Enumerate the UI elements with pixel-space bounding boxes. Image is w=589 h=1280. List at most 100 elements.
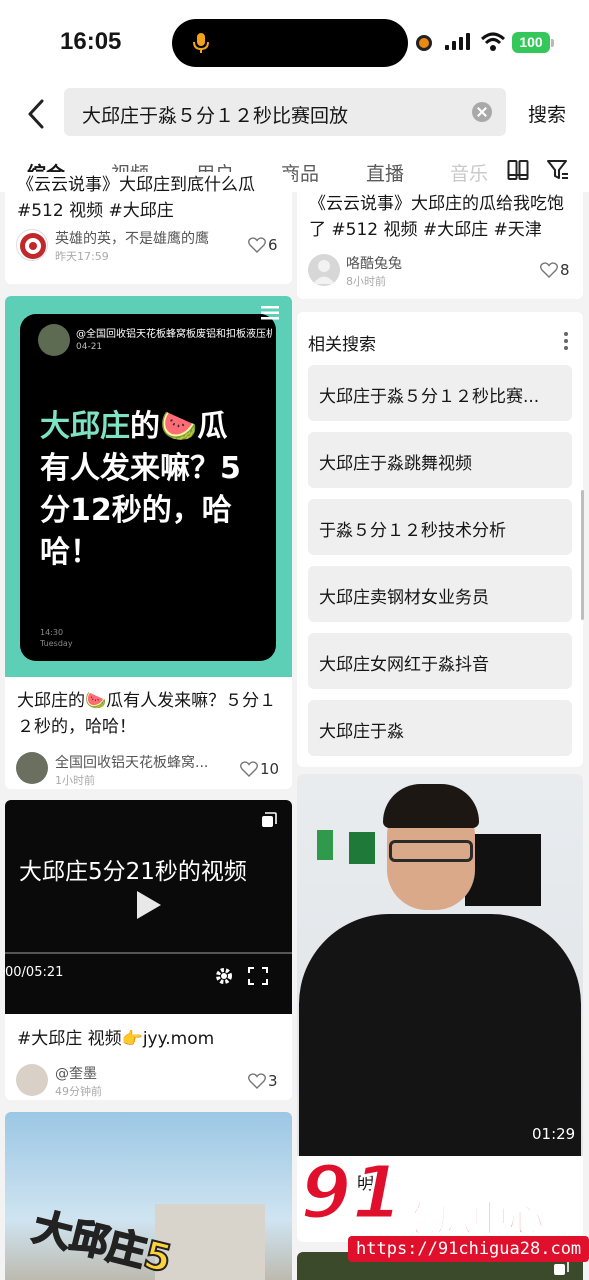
watermark-number: 91 (299, 1149, 405, 1238)
card-title: 《云云说事》大邱庄的瓜给我吃饱了 #512 视频 #大邱庄 #天津 (309, 194, 564, 240)
battery-level: 100 (512, 32, 550, 53)
card-title: 《云云说事》大邱庄到底什么瓜 #512 视频 #大邱庄 (17, 175, 255, 221)
avatar[interactable] (16, 752, 48, 784)
like-count[interactable]: 6 (248, 236, 278, 254)
heart-icon (240, 761, 258, 777)
author-name[interactable]: 全国回收铝天花板蜂窝... (55, 752, 208, 772)
result-card[interactable]: @全国回收铝天花板蜂窝板废铝和扣板液压机 04-21 大邱庄的🍉瓜 有人发来嘛？… (5, 296, 292, 789)
related-search-label: 大邱庄卖钢材女业务员 (319, 588, 489, 608)
menu-lines-icon (261, 306, 279, 320)
related-search-item[interactable]: 大邱庄女网红于淼抖音 (308, 633, 572, 689)
video-timecode: 00/05:21 (5, 965, 64, 980)
like-count[interactable]: 8 (540, 261, 570, 279)
search-input[interactable]: 大邱庄于淼５分１２秒比赛回放 (64, 88, 506, 136)
related-search-item[interactable]: 大邱庄于淼跳舞视频 (308, 432, 572, 488)
search-header: 大邱庄于淼５分１２秒比赛回放 搜索 (0, 86, 589, 142)
related-search-item[interactable]: 大邱庄于淼 (308, 700, 572, 756)
video-duration: 01:29 (532, 1125, 576, 1143)
card-title: 大邱庄的🍉瓜有人发来嘛？５分１２秒的，哈哈！ (17, 691, 277, 737)
post-time: 49分钟前 (55, 1085, 102, 1098)
thumb-headline-line: 分12秒的，哈 (40, 493, 232, 528)
related-searches-heading: 相关搜索 (308, 335, 376, 355)
like-count-value: 3 (268, 1072, 278, 1090)
author-name[interactable]: @奎墨 (55, 1063, 97, 1083)
wall-flag (349, 832, 375, 864)
result-card[interactable]: 《云云说事》大邱庄到底什么瓜 #512 视频 #大邱庄 英雄的英，不是雄鹰的鹰 … (5, 172, 292, 284)
related-search-label: 于淼５分１２秒技术分析 (319, 521, 506, 541)
tab-music[interactable]: 音乐 (450, 159, 488, 186)
related-search-label: 大邱庄于淼５分１２秒比赛... (319, 387, 540, 407)
layout-toggle-icon[interactable] (507, 159, 529, 181)
dynamic-island (172, 19, 408, 67)
result-card[interactable]: 《云云说事》大邱庄的瓜给我吃饱了 #512 视频 #大邱庄 #天津 咯酷兔兔 8… (297, 184, 583, 299)
thumb-headline-line: 哈！ (40, 535, 100, 570)
thumb-date: 04-21 (76, 342, 103, 352)
thumb-headline-rest: 的🍉瓜 (130, 409, 228, 444)
more-options-icon[interactable] (563, 331, 569, 351)
fullscreen-icon[interactable] (248, 967, 268, 985)
thumb-headline: 大邱庄的🍉瓜 有人发来嘛？5 分12秒的，哈 哈！ (40, 406, 272, 574)
like-count-value: 6 (268, 236, 278, 254)
thumb-day: Tuesday (40, 639, 73, 648)
related-search-label: 大邱庄女网红于淼抖音 (319, 655, 489, 675)
related-search-item[interactable]: 于淼５分１２秒技术分析 (308, 499, 572, 555)
back-arrow-icon[interactable] (22, 96, 52, 132)
result-card[interactable]: 大邱庄5 (5, 1112, 292, 1280)
heart-icon (248, 1073, 266, 1089)
wall-flag (317, 830, 333, 860)
copy-icon (262, 812, 277, 827)
thumb-clock: 14:30 (40, 628, 64, 637)
cellular-signal-icon (445, 33, 470, 50)
post-time: 8小时前 (346, 275, 386, 288)
site-watermark: 91 吃瓜中心 https://91chigua28.com (299, 1149, 589, 1268)
thumb-video-title: 大邱庄5分21秒的视频 (19, 859, 247, 885)
author-name[interactable]: 英雄的英，不是雄鹰的鹰 (55, 228, 209, 248)
progress-track[interactable] (5, 952, 292, 954)
avatar[interactable] (16, 1064, 48, 1096)
heart-icon (540, 262, 558, 278)
glasses (389, 840, 473, 862)
watermark-text: 吃瓜中心 (399, 1198, 545, 1241)
video-thumbnail[interactable]: 大邱庄5分21秒的视频 00/05:21 (5, 800, 292, 1014)
post-time: 1小时前 (55, 774, 95, 787)
scrollbar[interactable] (581, 490, 584, 620)
related-searches-panel: 相关搜索 大邱庄于淼５分１２秒比赛... 大邱庄于淼跳舞视频 于淼５分１２秒技术… (297, 312, 583, 767)
thumb-account: @全国回收铝天花板蜂窝板废铝和扣板液压机 (76, 329, 272, 340)
result-card[interactable]: 大邱庄5分21秒的视频 00/05:21 #大邱庄 视频👉jyy.mom @奎墨… (5, 800, 292, 1100)
battery-cap-icon (551, 39, 554, 47)
video-thumbnail[interactable]: @全国回收铝天花板蜂窝板废铝和扣板液压机 04-21 大邱庄的🍉瓜 有人发来嘛？… (5, 296, 292, 677)
post-time: 昨天17:59 (55, 250, 109, 263)
clear-search-icon[interactable] (472, 102, 492, 122)
like-count-value: 10 (260, 760, 280, 778)
tv-screen (465, 834, 541, 906)
filter-icon[interactable] (546, 159, 570, 181)
settings-gear-icon[interactable] (214, 966, 234, 986)
status-time: 16:05 (60, 28, 122, 55)
avatar[interactable] (308, 254, 340, 286)
like-count[interactable]: 10 (240, 760, 279, 778)
related-search-item[interactable]: 大邱庄卖钢材女业务员 (308, 566, 572, 622)
status-bar: 16:05 100 (0, 0, 589, 86)
related-search-label: 大邱庄于淼 (319, 722, 404, 742)
author-name[interactable]: 咯酷兔兔 (346, 253, 402, 273)
like-count[interactable]: 3 (248, 1072, 278, 1090)
thumb-headline-line: 有人发来嘛？5 (40, 451, 241, 486)
search-query-text[interactable]: 大邱庄于淼５分１２秒比赛回放 (82, 101, 348, 128)
video-thumbnail[interactable]: 大邱庄5 (5, 1112, 292, 1280)
wifi-icon (480, 32, 506, 51)
shirt (299, 914, 581, 1156)
search-button[interactable]: 搜索 (528, 100, 566, 127)
microphone-icon (193, 33, 209, 53)
heart-icon (248, 237, 266, 253)
card-title: #大邱庄 视频👉jyy.mom (17, 1029, 215, 1049)
phone-screenshot: @全国回收铝天花板蜂窝板废铝和扣板液压机 04-21 大邱庄的🍉瓜 有人发来嘛？… (20, 314, 276, 661)
video-thumbnail[interactable]: 01:29 (297, 774, 583, 1156)
hair (383, 784, 479, 828)
related-search-label: 大邱庄于淼跳舞视频 (319, 454, 472, 474)
search-results-screen: 16:05 100 大邱庄于淼５分１２秒比赛回放 搜索 商品 直播 音乐 《云云… (0, 0, 589, 1280)
play-icon[interactable] (135, 890, 163, 920)
related-search-item[interactable]: 大邱庄于淼５分１２秒比赛... (308, 365, 572, 421)
tab-live[interactable]: 直播 (366, 159, 404, 186)
like-count-value: 8 (560, 261, 570, 279)
avatar[interactable] (16, 229, 48, 261)
